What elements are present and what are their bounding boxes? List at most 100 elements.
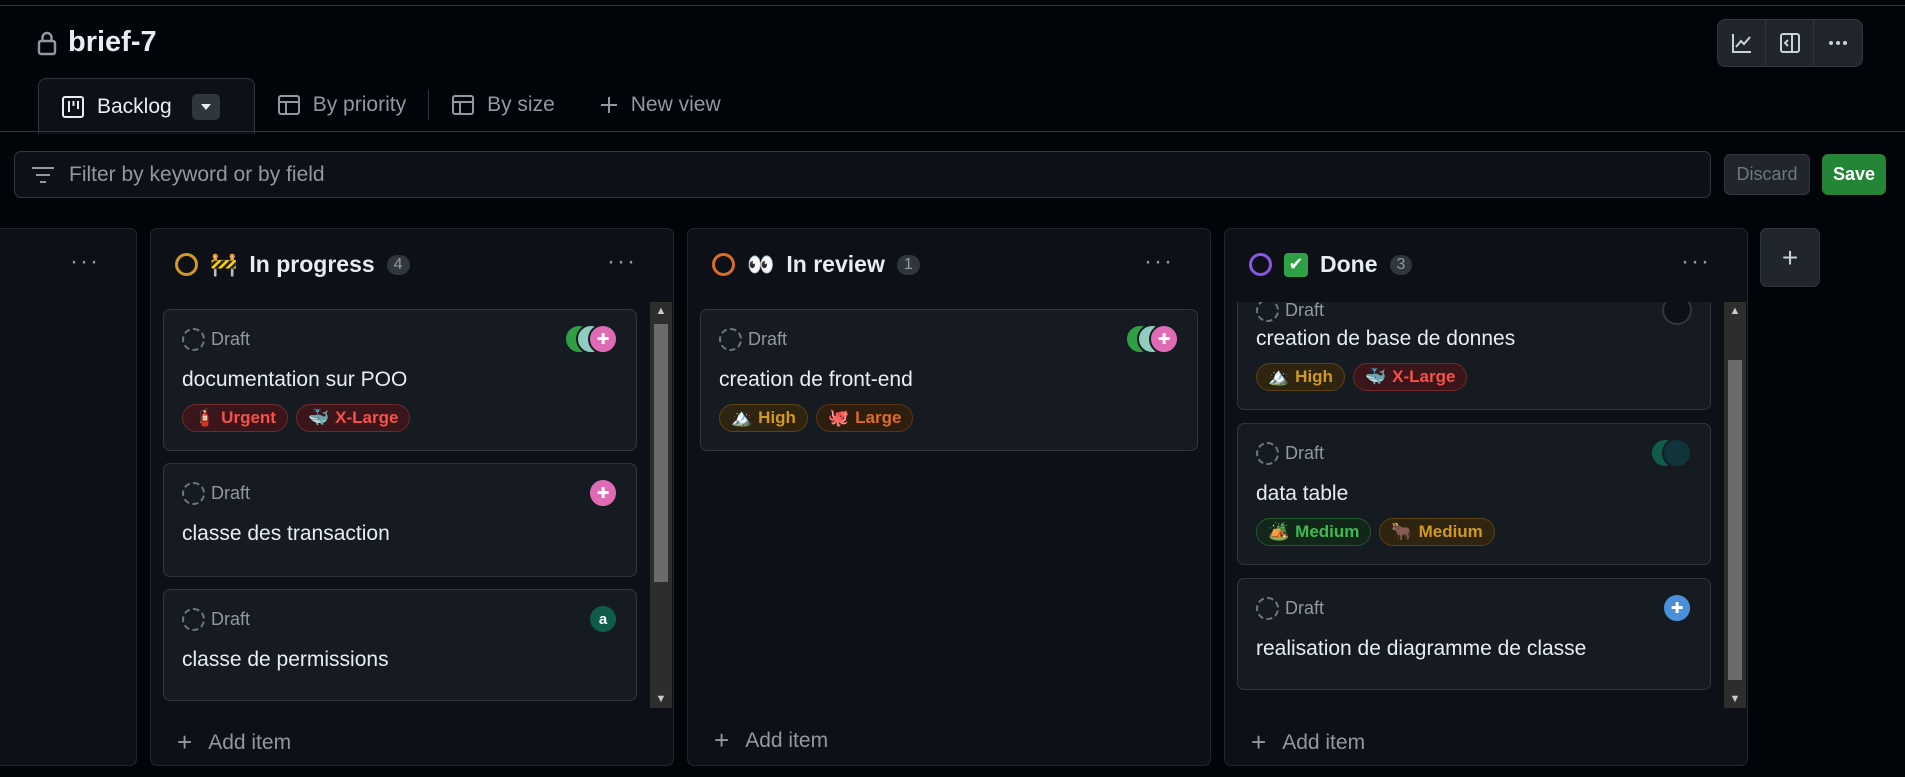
- assignees[interactable]: ✚: [1662, 593, 1692, 623]
- card-labels: 🏔️ High 🐙 Large: [719, 404, 914, 432]
- new-view-button[interactable]: New view: [577, 78, 743, 132]
- discard-button[interactable]: Discard: [1724, 154, 1810, 195]
- plus-icon: [600, 97, 617, 113]
- camping-icon: 🏕️: [1268, 522, 1290, 541]
- column-count: 1: [896, 254, 920, 275]
- fire-extinguisher-icon: 🧯: [194, 408, 216, 427]
- label-text: High: [1295, 367, 1333, 386]
- avatar: [1662, 302, 1692, 325]
- column-hidden: ···: [0, 228, 137, 766]
- status-circle-icon: [1249, 253, 1272, 276]
- assignees[interactable]: [1650, 438, 1692, 468]
- sidebar-icon: [1779, 33, 1800, 53]
- card-title[interactable]: classe de permissions: [182, 648, 389, 672]
- check-mark-icon: ✔: [1284, 252, 1308, 277]
- add-item-button[interactable]: + Add item: [177, 727, 291, 758]
- graph-icon: [1731, 34, 1751, 53]
- status-label: Draft: [211, 329, 251, 349]
- draft-icon: [719, 328, 742, 351]
- column-menu-button[interactable]: ···: [607, 250, 637, 274]
- scroll-up-arrow-icon[interactable]: ▲: [1724, 302, 1746, 320]
- filter-input[interactable]: Filter by keyword or by field: [14, 151, 1711, 198]
- more-options-button[interactable]: [1814, 20, 1862, 66]
- draft-icon: [182, 328, 205, 351]
- status-label: Draft: [1285, 302, 1325, 320]
- column-title: In progress: [249, 251, 375, 277]
- status-label: Draft: [1285, 443, 1325, 463]
- table-icon: [452, 95, 475, 115]
- add-column-button[interactable]: +: [1760, 228, 1820, 287]
- size-label: 🐳 X-Large: [295, 404, 411, 432]
- add-item-label: Add item: [208, 730, 292, 754]
- card-status: Draft: [1256, 597, 1324, 620]
- card-title[interactable]: classe des transaction: [182, 522, 390, 546]
- add-item-label: Add item: [1282, 730, 1366, 754]
- card[interactable]: Draft ✚ classe des transaction: [163, 463, 637, 577]
- priority-label: 🏔️ High: [1256, 363, 1345, 391]
- scroll-down-arrow-icon[interactable]: ▼: [1724, 690, 1746, 708]
- assignees[interactable]: ✚: [564, 324, 618, 354]
- top-border: [0, 5, 1905, 6]
- label-text: High: [758, 408, 796, 427]
- tabs-divider: [0, 131, 1905, 132]
- plus-icon: +: [177, 727, 193, 757]
- card[interactable]: Draft ✚ creation de front-end 🏔️ High 🐙 La…: [700, 309, 1198, 451]
- label-text: Medium: [1295, 522, 1360, 541]
- tab-by-priority[interactable]: By priority: [255, 78, 428, 132]
- card[interactable]: Draft creation de base de donnes 🏔️ High …: [1237, 302, 1711, 410]
- status-label: Draft: [748, 329, 788, 349]
- card[interactable]: Draft ✚ realisation de diagramme de clas…: [1237, 578, 1711, 690]
- card-labels: 🏕️ Medium 🐂 Medium: [1256, 518, 1495, 546]
- assignees[interactable]: ✚: [588, 478, 618, 508]
- card[interactable]: Draft ✚ documentation sur POO 🧯 Urgent 🐳 X…: [163, 309, 637, 451]
- table-icon: [277, 95, 300, 115]
- draft-icon: [1256, 442, 1279, 465]
- scrollbar-thumb[interactable]: [1728, 360, 1742, 680]
- save-button[interactable]: Save: [1822, 154, 1886, 195]
- card-title[interactable]: data table: [1256, 482, 1348, 506]
- insights-button[interactable]: [1718, 20, 1766, 66]
- tab-backlog[interactable]: Backlog: [38, 78, 255, 134]
- priority-label: 🏔️ High: [719, 404, 808, 432]
- card-title[interactable]: creation de front-end: [719, 368, 913, 392]
- size-label: 🐙 Large: [815, 404, 914, 432]
- card-title[interactable]: realisation de diagramme de classe: [1256, 637, 1586, 661]
- assignees[interactable]: a: [588, 604, 618, 634]
- avatar: [1662, 438, 1692, 468]
- add-item-button[interactable]: + Add item: [714, 725, 828, 756]
- column-menu-button[interactable]: ···: [70, 250, 100, 274]
- whale-icon: 🐳: [307, 408, 330, 427]
- column-menu-button[interactable]: ···: [1144, 250, 1174, 274]
- priority-label: 🧯 Urgent: [182, 404, 288, 432]
- mountain-icon: 🏔️: [731, 408, 753, 427]
- octopus-icon: 🐙: [827, 408, 850, 427]
- view-options-dropdown[interactable]: [191, 93, 220, 120]
- size-label: 🐂 Medium: [1379, 518, 1495, 546]
- card[interactable]: Draft a classe de permissions: [163, 589, 637, 701]
- status-label: Draft: [211, 609, 251, 629]
- mountain-icon: 🏔️: [1268, 367, 1290, 386]
- scrollbar[interactable]: ▲ ▼: [1724, 302, 1746, 708]
- card[interactable]: Draft data table 🏕️ Medium 🐂 Medium: [1237, 423, 1711, 565]
- scroll-up-arrow-icon[interactable]: ▲: [650, 302, 672, 320]
- column-header: ✔ Done 3: [1249, 251, 1413, 278]
- assignees[interactable]: ✚: [1125, 324, 1179, 354]
- add-item-button[interactable]: + Add item: [1251, 727, 1365, 758]
- column-menu-button[interactable]: ···: [1681, 250, 1711, 274]
- scrollbar-thumb[interactable]: [654, 324, 668, 582]
- avatar: ✚: [588, 324, 618, 354]
- card-title[interactable]: documentation sur POO: [182, 368, 407, 392]
- column-scroll-area: Draft creation de base de donnes 🏔️ High …: [1225, 302, 1749, 712]
- draft-icon: [1256, 597, 1279, 620]
- side-panel-button[interactable]: [1766, 20, 1814, 66]
- view-tabs: Backlog By priority By size New view: [38, 78, 743, 134]
- kebab-horizontal-icon: [1829, 41, 1847, 45]
- card-status: Draft: [1256, 442, 1324, 465]
- ox-icon: 🐂: [1391, 522, 1413, 541]
- scrollbar[interactable]: ▲ ▼: [650, 302, 672, 708]
- assignees[interactable]: [1662, 302, 1692, 325]
- card-title[interactable]: creation de base de donnes: [1256, 327, 1515, 351]
- tab-by-size[interactable]: By size: [429, 78, 577, 132]
- label-text: Medium: [1418, 522, 1483, 541]
- scroll-down-arrow-icon[interactable]: ▼: [650, 690, 672, 708]
